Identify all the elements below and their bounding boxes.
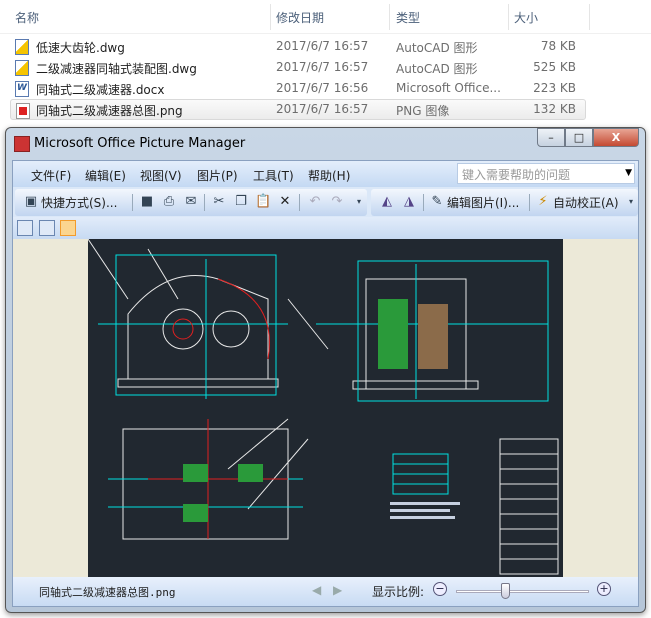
delete-icon[interactable]: ✕ [277,194,293,210]
file-name: 二级减速器同轴式装配图.dwg [36,62,197,76]
menu-tools[interactable]: 工具(T) [253,167,294,184]
divider [529,194,530,211]
picture-canvas [13,239,638,577]
zoom-slider[interactable] [456,590,589,593]
file-row[interactable]: 同轴式二级减速器.docx 2017/6/7 16:56 Microsoft O… [10,78,586,99]
divider [589,4,590,30]
zoom-out-icon[interactable]: − [433,582,447,596]
menu-bar: 文件(F) 编辑(E) 视图(V) 图片(P) 工具(T) 帮助(H) 键入需要… [13,161,638,187]
file-date: 2017/6/7 16:57 [276,60,369,74]
current-filename: 同轴式二级减速器总图.png [39,586,176,599]
file-date: 2017/6/7 16:57 [276,39,369,53]
close-button[interactable]: X [593,128,639,147]
picture-manager-window: Microsoft Office Picture Manager – □ X 文… [5,127,646,613]
view-toolbar [13,217,638,239]
divider [204,194,205,211]
file-type: AutoCAD 图形 [396,62,478,76]
divider [508,4,509,30]
picture-manager-app-icon [14,136,30,152]
column-date[interactable]: 修改日期 [276,9,324,26]
rotate-left-icon[interactable]: ◭ [379,194,395,210]
divider [299,194,300,211]
previous-picture-icon[interactable]: ◀ [312,583,321,597]
divider [270,4,271,30]
file-name: 同轴式二级减速器.docx [36,83,165,97]
zoom-in-icon[interactable]: + [597,582,611,596]
toolbar-options-icon[interactable]: ▾ [623,194,639,210]
file-size: 223 KB [533,81,576,95]
auto-correct-icon: ⚡ [538,194,548,209]
save-icon[interactable]: ■ [139,194,155,210]
single-picture-view-icon[interactable] [60,220,76,236]
file-name: 低速大齿轮.dwg [36,41,125,55]
cut-icon[interactable]: ✂ [211,194,227,210]
help-placeholder: 键入需要帮助的问题 [462,168,571,182]
help-search-input[interactable]: 键入需要帮助的问题 ▼ [457,163,635,184]
filmstrip-view-icon[interactable] [39,220,55,236]
file-size: 525 KB [533,60,576,74]
cad-drawing-image [88,239,563,577]
file-type: Microsoft Office... [396,81,501,95]
menu-picture[interactable]: 图片(P) [197,167,238,184]
file-row[interactable]: 低速大齿轮.dwg 2017/6/7 16:57 AutoCAD 图形 78 K… [10,36,586,57]
status-bar: 同轴式二级减速器总图.png ◀ ▶ 显示比例: − + [13,577,638,606]
maximize-button[interactable]: □ [565,128,593,147]
zoom-label: 显示比例: [372,585,425,599]
shortcut-icon: ▣ [24,194,38,209]
divider [132,194,133,211]
menu-edit[interactable]: 编辑(E) [85,167,126,184]
dwg-file-icon [15,60,29,76]
column-name[interactable]: 名称 [15,9,39,26]
undo-icon[interactable]: ↶ [307,194,323,210]
file-size: 78 KB [540,39,576,53]
column-size[interactable]: 大小 [514,9,538,26]
docx-file-icon [15,81,29,97]
edit-picture-icon: ✎ [431,194,443,209]
window-title: Microsoft Office Picture Manager [34,136,246,151]
copy-icon[interactable]: ❐ [233,194,249,210]
zoom-slider-thumb[interactable] [501,583,511,599]
file-type: PNG 图像 [396,104,450,118]
thumbnail-view-icon[interactable] [17,220,33,236]
menu-view[interactable]: 视图(V) [140,167,182,184]
divider [389,4,390,30]
edit-picture-button[interactable]: 编辑图片(I)... [447,194,519,211]
auto-correct-button[interactable]: 自动校正(A) [553,194,619,211]
menu-help[interactable]: 帮助(H) [308,167,350,184]
file-date: 2017/6/7 16:56 [276,81,369,95]
rotate-right-icon[interactable]: ◮ [401,194,417,210]
menu-file[interactable]: 文件(F) [31,167,71,184]
shortcuts-button[interactable]: 快捷方式(S)... [41,194,117,211]
explorer-header: 名称 修改日期 类型 大小 [0,0,651,34]
column-type[interactable]: 类型 [396,9,420,26]
dwg-file-icon [15,39,29,55]
file-row-selected[interactable]: 同轴式二级减速器总图.png 2017/6/7 16:57 PNG 图像 132… [10,99,586,120]
toolbar-options-icon[interactable]: ▾ [351,194,367,210]
standard-toolbar: ▣ 快捷方式(S)... ■ ⎙ ✉ ✂ ❐ 📋 ✕ ↶ ↷ ▾ [15,189,367,216]
email-icon[interactable]: ✉ [183,194,199,210]
paste-icon[interactable]: 📋 [255,194,271,210]
print-icon[interactable]: ⎙ [161,194,177,210]
file-size: 132 KB [533,102,576,116]
picture-toolbar: ◭ ◮ ✎ 编辑图片(I)... ⚡ 自动校正(A) ▾ [371,189,638,216]
file-name: 同轴式二级减速器总图.png [36,104,183,118]
file-row[interactable]: 二级减速器同轴式装配图.dwg 2017/6/7 16:57 AutoCAD 图… [10,57,586,78]
file-date: 2017/6/7 16:57 [276,102,369,116]
next-picture-icon[interactable]: ▶ [333,583,342,597]
redo-icon[interactable]: ↷ [329,194,345,210]
minimize-button[interactable]: – [537,128,565,147]
png-file-icon [16,103,30,119]
chevron-down-icon[interactable]: ▼ [625,168,632,178]
file-type: AutoCAD 图形 [396,41,478,55]
divider [423,194,424,211]
